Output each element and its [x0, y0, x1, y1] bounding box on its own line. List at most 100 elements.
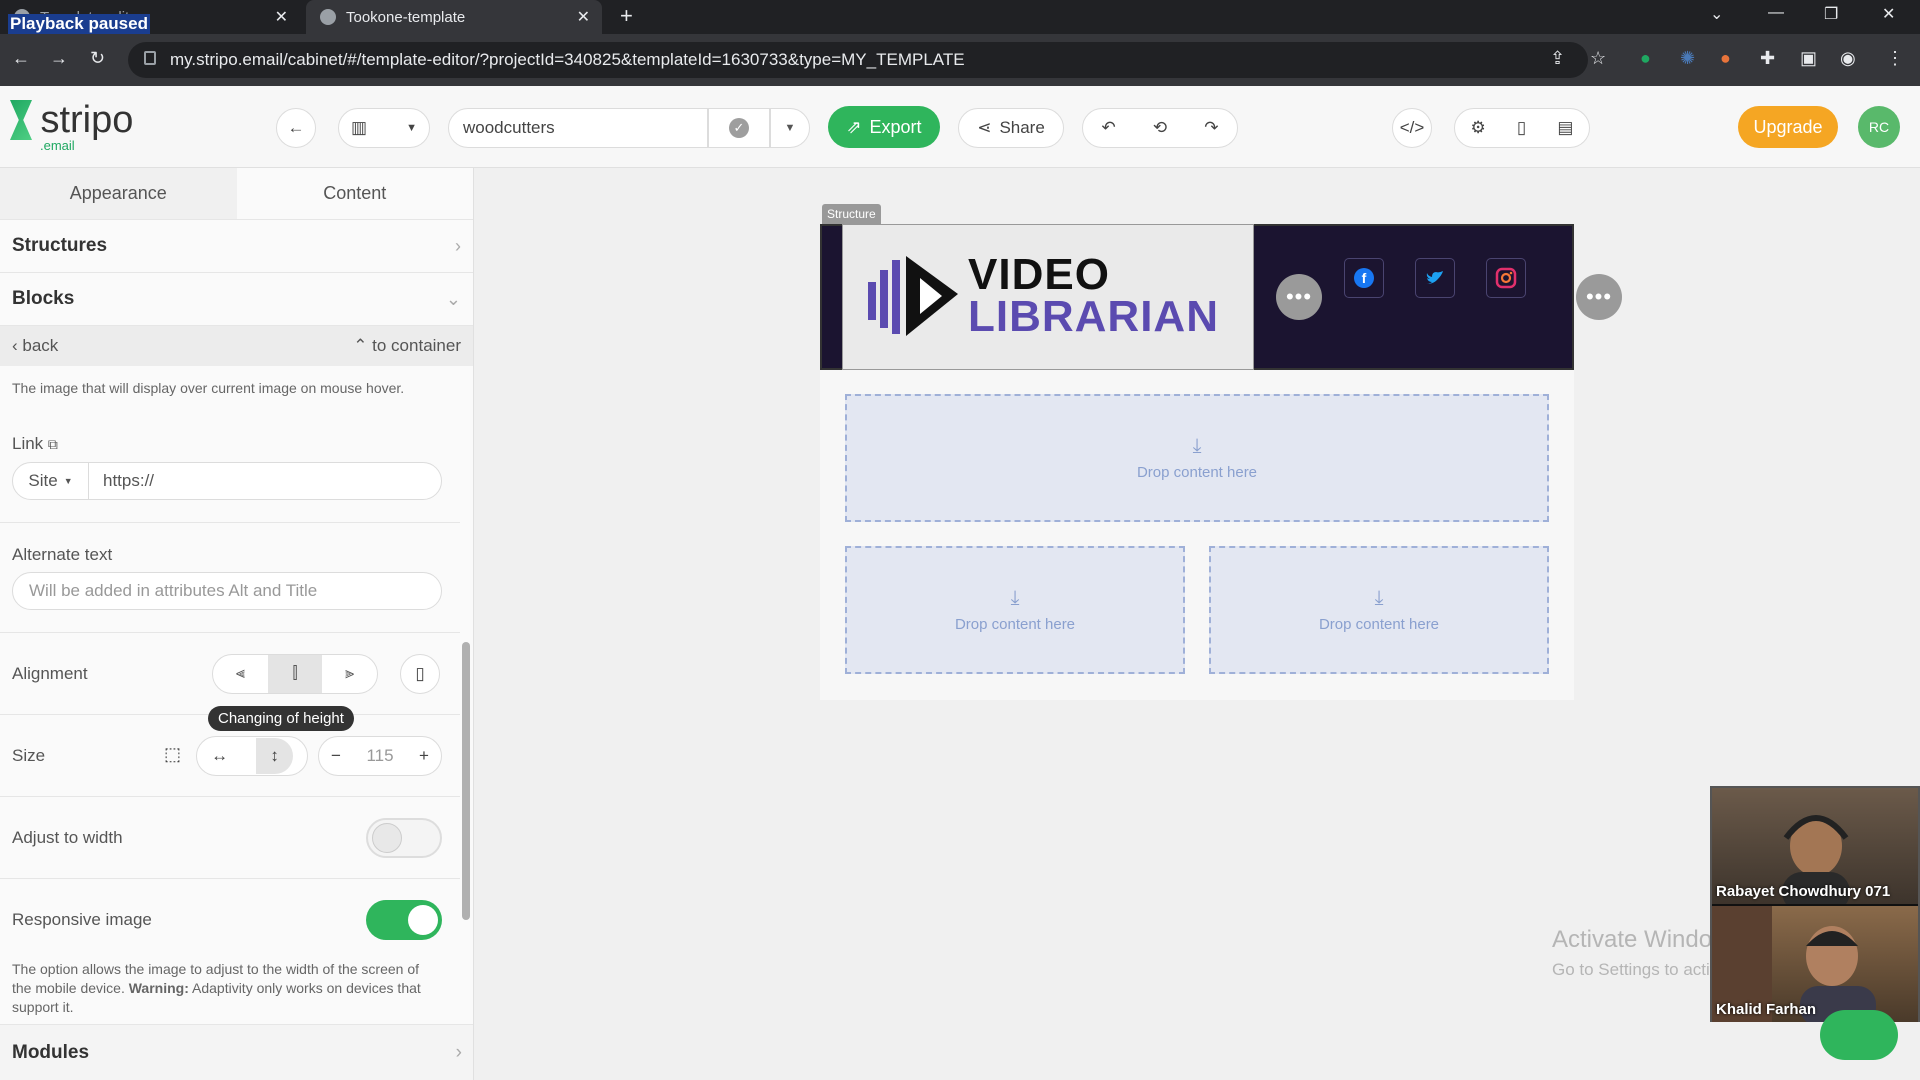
- tab-tookone-template[interactable]: Tookone-template ✕: [306, 0, 602, 34]
- height-arrows-icon[interactable]: ↕: [256, 738, 293, 774]
- back-icon[interactable]: ←: [12, 48, 30, 69]
- forward-icon[interactable]: →: [50, 48, 68, 69]
- tab-label: Content: [323, 183, 387, 203]
- adjust-width-row: Adjust to width: [0, 818, 473, 858]
- back-arrow-button[interactable]: ←: [276, 108, 316, 148]
- twitter-icon[interactable]: [1415, 258, 1455, 298]
- panel-scrollbar[interactable]: [462, 642, 470, 920]
- back-bar: ‹ back ⌃ to container: [0, 326, 473, 366]
- mobile-icon: ▯: [415, 664, 425, 683]
- url-field[interactable]: my.stripo.email/cabinet/#/template-edito…: [128, 42, 1588, 78]
- avatar[interactable]: RC: [1858, 106, 1900, 148]
- to-container-label: to container: [372, 336, 461, 355]
- facebook-icon[interactable]: f: [1344, 258, 1384, 298]
- link-type-select[interactable]: Site ▼: [13, 463, 89, 499]
- adjust-width-toggle[interactable]: [366, 818, 442, 858]
- tab-search-icon[interactable]: ⌄: [1710, 4, 1723, 24]
- link-url-input[interactable]: https://: [89, 471, 154, 491]
- settings-panel: Appearance Content Structures › Blocks ⌄…: [0, 168, 474, 1080]
- url-text: my.stripo.email/cabinet/#/template-edito…: [170, 50, 965, 69]
- save-status-button[interactable]: ✓: [708, 108, 770, 148]
- app-header: stripo .email ← ▥ ▼ woodcutters ✓ ▼ ⇗ Ex…: [0, 86, 1920, 168]
- code-editor-button[interactable]: </>: [1392, 108, 1432, 148]
- share-page-icon[interactable]: ⇪: [1550, 48, 1565, 69]
- size-stepper[interactable]: − 115 +: [318, 736, 442, 776]
- tab-content[interactable]: Content: [236, 168, 473, 219]
- bookmark-star-icon[interactable]: ☆: [1590, 48, 1606, 69]
- participant-name: Rabayet Chowdhury 071: [1716, 883, 1891, 900]
- tab-appearance[interactable]: Appearance: [0, 168, 237, 219]
- profile-avatar[interactable]: ◉: [1840, 48, 1856, 69]
- responsive-row: Responsive image: [0, 898, 473, 942]
- upgrade-button[interactable]: Upgrade: [1738, 106, 1838, 148]
- grammarly-icon[interactable]: ●: [1640, 48, 1651, 69]
- align-right-icon[interactable]: ⫸: [322, 655, 377, 693]
- modules-label: Modules: [12, 1041, 90, 1063]
- gear-icon[interactable]: ⚙: [1471, 118, 1486, 138]
- template-name-field[interactable]: woodcutters: [448, 108, 708, 148]
- close-tab-icon[interactable]: ✕: [275, 7, 288, 27]
- minus-icon[interactable]: −: [331, 746, 341, 766]
- reload-icon[interactable]: ↻: [90, 48, 105, 69]
- redo-icon[interactable]: ↷: [1204, 118, 1218, 138]
- device-preview-icon[interactable]: ▯: [1517, 118, 1526, 138]
- chevron-down-icon: ⌄: [445, 288, 461, 309]
- mobile-alignment-button[interactable]: ▯: [400, 654, 440, 694]
- download-icon: ⤓: [1374, 587, 1384, 609]
- drop-zone-left[interactable]: ⤓ Drop content here: [845, 546, 1185, 674]
- instagram-icon[interactable]: [1486, 258, 1526, 298]
- new-tab-button[interactable]: +: [620, 3, 633, 29]
- restore-button[interactable]: ❐: [1824, 4, 1838, 24]
- width-arrows-icon[interactable]: ↔: [211, 746, 228, 766]
- clipboard-icon[interactable]: ▤: [1557, 118, 1573, 138]
- plus-icon[interactable]: +: [419, 746, 429, 766]
- alt-text-input[interactable]: Will be added in attributes Alt and Titl…: [12, 572, 442, 610]
- align-center-icon[interactable]: ⫿: [267, 655, 323, 693]
- blocks-label: Blocks: [12, 288, 75, 309]
- drop-zone-right[interactable]: ⤓ Drop content here: [1209, 546, 1549, 674]
- code-icon: </>: [1399, 118, 1425, 137]
- close-window-button[interactable]: ✕: [1882, 4, 1895, 24]
- export-icon: ⇗: [846, 116, 862, 137]
- instagram-glyph: [1495, 267, 1517, 289]
- responsive-toggle[interactable]: [366, 900, 442, 940]
- more-options-icon[interactable]: •••: [1576, 274, 1622, 320]
- modules-section[interactable]: Modules ›: [0, 1024, 473, 1080]
- browser-menu-icon[interactable]: ⋮: [1886, 48, 1904, 69]
- blocks-section[interactable]: Blocks ⌄: [0, 273, 473, 326]
- external-link-icon[interactable]: ⧉: [48, 436, 58, 452]
- to-container-link[interactable]: ⌃ to container: [353, 336, 461, 356]
- drop-zone-full[interactable]: ⤓ Drop content here: [845, 394, 1549, 522]
- side-panel-icon[interactable]: ▣: [1800, 48, 1817, 69]
- export-button[interactable]: ⇗ Export: [828, 106, 940, 148]
- download-icon: ⤓: [1010, 587, 1020, 609]
- stripo-logo[interactable]: stripo .email: [10, 100, 133, 153]
- auto-size-icon[interactable]: ⬚: [164, 744, 181, 765]
- address-bar-row: ← → ↻ my.stripo.email/cabinet/#/template…: [0, 34, 1920, 86]
- extension-icon[interactable]: ✺: [1680, 48, 1695, 69]
- layout-toggle-button[interactable]: ▥ ▼: [338, 108, 430, 148]
- video-call-overlay: Rabayet Chowdhury 071 Khalid Farhan: [1710, 786, 1920, 1022]
- history-icon[interactable]: ⟲: [1153, 118, 1167, 138]
- undo-icon[interactable]: ↶: [1102, 118, 1116, 138]
- template-dropdown[interactable]: ▼: [770, 108, 810, 148]
- back-link[interactable]: ‹ back: [12, 336, 58, 356]
- panel-tabs: Appearance Content: [0, 168, 473, 220]
- share-button[interactable]: ⋖ Share: [958, 108, 1064, 148]
- chat-support-button[interactable]: [1820, 1010, 1898, 1060]
- divider: [0, 522, 460, 523]
- minimize-button[interactable]: —: [1768, 4, 1784, 22]
- size-value[interactable]: 115: [366, 746, 393, 766]
- facebook-glyph: f: [1354, 268, 1374, 288]
- close-tab-icon[interactable]: ✕: [577, 7, 590, 27]
- tooltip: Changing of height: [208, 706, 354, 731]
- extensions-puzzle-icon[interactable]: ✚: [1760, 48, 1775, 69]
- check-icon: ✓: [729, 118, 749, 138]
- size-row: Size ⬚ ↔ ↕ − 115 +: [0, 736, 473, 776]
- link-type: Site: [28, 471, 58, 490]
- more-options-icon[interactable]: •••: [1276, 274, 1322, 320]
- alt-label: Alternate text: [12, 545, 113, 564]
- extension-icon[interactable]: ●: [1720, 48, 1731, 69]
- structures-section[interactable]: Structures ›: [0, 220, 473, 273]
- align-left-icon[interactable]: ⫷: [213, 655, 268, 693]
